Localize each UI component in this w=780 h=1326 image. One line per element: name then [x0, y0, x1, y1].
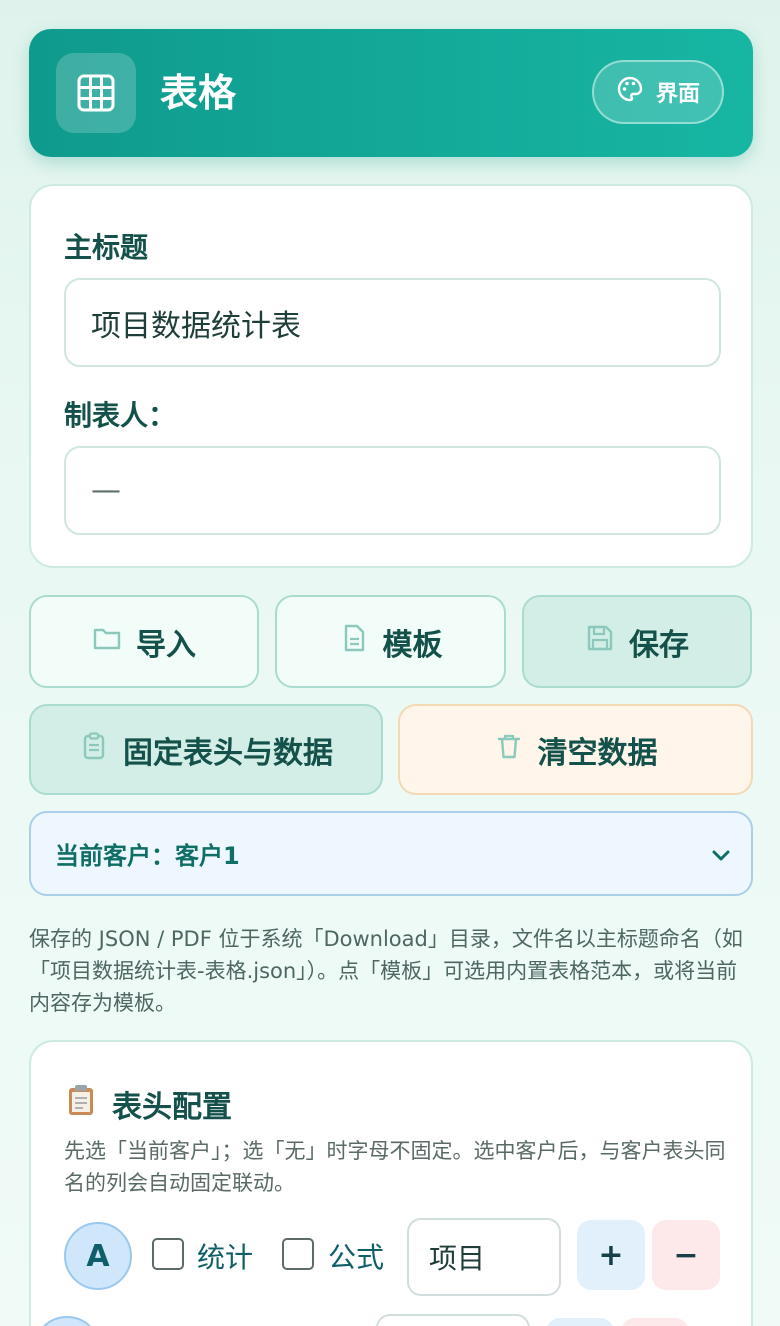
remove-column-button[interactable]	[621, 1318, 689, 1326]
palette-icon	[616, 75, 644, 109]
column-letter-badge: A	[64, 1222, 132, 1290]
add-column-button[interactable]: +	[577, 1220, 645, 1290]
clipboard-icon	[66, 1083, 96, 1125]
main-title-label: 主标题	[64, 231, 149, 264]
column-name-input[interactable]: 项目	[407, 1218, 561, 1296]
column-letter-badge	[33, 1316, 101, 1326]
header-config-card: 表头配置 先选「当前客户」；选「无」时字母不固定。选中客户后，与客户表头同名的列…	[29, 1040, 753, 1326]
column-name-input[interactable]	[376, 1314, 530, 1326]
grid-table-icon	[56, 53, 136, 133]
stat-checkbox[interactable]	[152, 1238, 184, 1270]
maker-input[interactable]: —	[64, 446, 721, 535]
client-select[interactable]: 当前客户：客户1	[29, 811, 753, 896]
clipboard-icon	[79, 731, 109, 769]
pin-header-data-label: 固定表头与数据	[123, 735, 333, 771]
maker-label: 制表人：	[64, 399, 177, 432]
main-title-input[interactable]: 项目数据统计表	[64, 278, 721, 367]
theme-button-label: 界面	[655, 82, 700, 107]
theme-button[interactable]: 界面	[592, 60, 724, 124]
formula-checkbox[interactable]	[282, 1238, 314, 1270]
remove-column-button[interactable]: −	[652, 1220, 720, 1290]
app-header: 表格 界面	[29, 29, 753, 157]
document-icon	[339, 623, 369, 661]
header-config-title: 表头配置	[66, 1082, 232, 1126]
import-button-label: 导入	[136, 627, 196, 663]
trash-icon	[494, 731, 524, 769]
template-button-label: 模板	[382, 627, 443, 663]
header-row-next	[33, 1314, 693, 1326]
header-config-desc: 先选「当前客户」；选「无」时字母不固定。选中客户后，与客户表头同名的列会自动固定…	[64, 1139, 726, 1195]
clear-data-button[interactable]: 清空数据	[398, 704, 753, 795]
save-button[interactable]: 保存	[522, 595, 752, 688]
chevron-down-icon	[709, 843, 733, 873]
save-location-note: 保存的 JSON / PDF 位于系统「Download」目录，文件名以主标题命…	[29, 927, 743, 1015]
folder-icon	[92, 623, 122, 661]
pin-header-data-button[interactable]: 固定表头与数据	[29, 704, 383, 795]
header-config-title-text: 表头配置	[112, 1090, 232, 1125]
save-icon	[585, 623, 615, 661]
import-button[interactable]: 导入	[29, 595, 259, 688]
clear-data-label: 清空数据	[537, 735, 658, 771]
form-card: 主标题 项目数据统计表 制表人： —	[29, 184, 753, 568]
save-button-label: 保存	[629, 627, 689, 663]
header-row: A 统计 公式 项目 + −	[64, 1218, 724, 1298]
client-select-value: 当前客户：客户1	[55, 842, 240, 870]
stat-label: 统计	[197, 1241, 254, 1274]
template-button[interactable]: 模板	[275, 595, 506, 688]
formula-label: 公式	[328, 1241, 385, 1274]
add-column-button[interactable]	[546, 1318, 614, 1326]
app-title: 表格	[160, 71, 237, 115]
